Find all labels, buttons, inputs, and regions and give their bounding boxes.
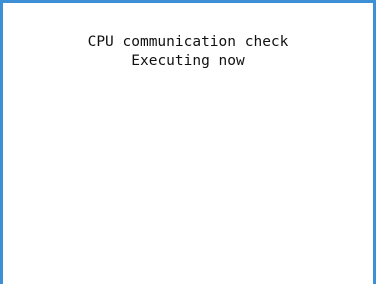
communication-check-dialog: CPU communication check Executing now	[0, 0, 376, 284]
status-subtitle: Executing now	[131, 53, 245, 69]
status-message: CPU communication check Executing now	[3, 33, 373, 71]
status-title: CPU communication check	[87, 34, 289, 50]
